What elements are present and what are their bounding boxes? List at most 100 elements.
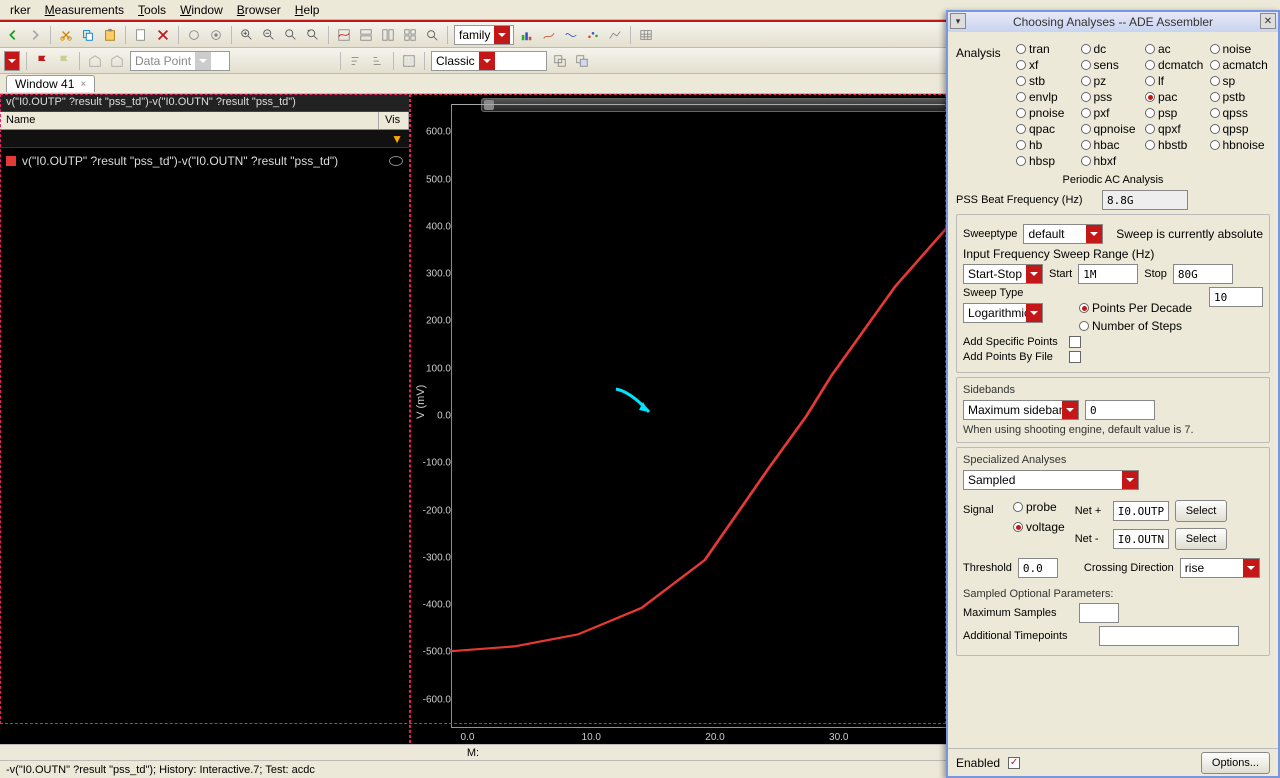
close-icon[interactable]: ✕: [1260, 13, 1276, 29]
back-icon[interactable]: [4, 26, 22, 44]
window-menu-icon[interactable]: ▾: [950, 13, 966, 29]
tile-icon[interactable]: [401, 26, 419, 44]
chart3-icon[interactable]: [562, 26, 580, 44]
col-vis[interactable]: Vis: [379, 112, 409, 129]
number-of-steps-radio[interactable]: Number of Steps: [1079, 319, 1192, 333]
add-timepoints-input[interactable]: [1099, 626, 1239, 646]
analysis-ac[interactable]: ac: [1145, 42, 1206, 56]
analysis-pxf[interactable]: pxf: [1081, 106, 1142, 120]
chart5-icon[interactable]: [606, 26, 624, 44]
threshold-input[interactable]: [1018, 558, 1058, 578]
analysis-qpac[interactable]: qpac: [1016, 122, 1077, 136]
ppd-input[interactable]: [1209, 287, 1263, 307]
analysis-hbstb[interactable]: hbstb: [1145, 138, 1206, 152]
analysis-pac[interactable]: pac: [1145, 90, 1206, 104]
sideband-mode-dropdown[interactable]: Maximum sideband: [963, 400, 1079, 420]
points-per-decade-radio[interactable]: Points Per Decade: [1079, 301, 1192, 315]
left-dropdown[interactable]: [4, 51, 20, 71]
chart2-icon[interactable]: [540, 26, 558, 44]
max-samples-input[interactable]: [1079, 603, 1119, 623]
dup1-icon[interactable]: [551, 52, 569, 70]
netn-input[interactable]: [1113, 529, 1169, 549]
dialog-titlebar[interactable]: ▾ Choosing Analyses -- ADE Assembler ✕: [948, 12, 1278, 32]
sort-asc-icon[interactable]: [347, 52, 365, 70]
analysis-lf[interactable]: lf: [1145, 74, 1206, 88]
flag-yellow-icon[interactable]: [55, 52, 73, 70]
analysis-stb[interactable]: stb: [1016, 74, 1077, 88]
menu-browser[interactable]: Browser: [231, 1, 287, 19]
zoom-fit-icon[interactable]: [282, 26, 300, 44]
close-icon[interactable]: ×: [80, 79, 86, 90]
new-icon[interactable]: [132, 26, 150, 44]
menu-rker[interactable]: rker: [4, 1, 37, 19]
sweep-type-dropdown[interactable]: Logarithmic: [963, 303, 1043, 323]
crossdir-dropdown[interactable]: rise: [1180, 558, 1260, 578]
analysis-qpss[interactable]: qpss: [1210, 106, 1271, 120]
circle1-icon[interactable]: [185, 26, 203, 44]
split-v-icon[interactable]: [379, 26, 397, 44]
analysis-psp[interactable]: psp: [1145, 106, 1206, 120]
filter-icon[interactable]: ▼: [391, 132, 403, 146]
zoom-out-icon[interactable]: [260, 26, 278, 44]
trace-row[interactable]: v("I0.OUTP" ?result "pss_td")-v("I0.OUTN…: [6, 152, 403, 170]
analysis-hbac[interactable]: hbac: [1081, 138, 1142, 152]
chart1-icon[interactable]: [518, 26, 536, 44]
analysis-acmatch[interactable]: acmatch: [1210, 58, 1271, 72]
analysis-hbxf[interactable]: hbxf: [1081, 154, 1142, 168]
options-button[interactable]: Options...: [1201, 752, 1270, 774]
stop-input[interactable]: [1173, 264, 1233, 284]
circle2-icon[interactable]: [207, 26, 225, 44]
table-icon[interactable]: [637, 26, 655, 44]
analysis-hbnoise[interactable]: hbnoise: [1210, 138, 1271, 152]
netn-select-button[interactable]: Select: [1175, 528, 1228, 550]
split-h-icon[interactable]: [357, 26, 375, 44]
grid-icon[interactable]: [400, 52, 418, 70]
analysis-tran[interactable]: tran: [1016, 42, 1077, 56]
analysis-xf[interactable]: xf: [1016, 58, 1077, 72]
style-dropdown[interactable]: Classic: [431, 51, 547, 71]
add-specific-checkbox[interactable]: [1069, 336, 1081, 348]
zoom-xy-icon[interactable]: [304, 26, 322, 44]
probe-radio[interactable]: probe: [1013, 500, 1065, 514]
visibility-icon[interactable]: [389, 156, 403, 166]
zoom-in-icon[interactable]: [238, 26, 256, 44]
netp-select-button[interactable]: Select: [1175, 500, 1228, 522]
sideband-value-input[interactable]: [1085, 400, 1155, 420]
range-mode-dropdown[interactable]: Start-Stop: [963, 264, 1043, 284]
specialized-dropdown[interactable]: Sampled: [963, 470, 1139, 490]
menu-tools[interactable]: Tools: [132, 1, 172, 19]
menu-help[interactable]: Help: [289, 1, 326, 19]
zoom-find-icon[interactable]: [423, 26, 441, 44]
analysis-hb[interactable]: hb: [1016, 138, 1077, 152]
analysis-qpnoise[interactable]: qpnoise: [1081, 122, 1142, 136]
chart4-icon[interactable]: [584, 26, 602, 44]
sort-desc-icon[interactable]: [369, 52, 387, 70]
analysis-pz[interactable]: pz: [1081, 74, 1142, 88]
tag2-icon[interactable]: [108, 52, 126, 70]
family-dropdown[interactable]: family: [454, 25, 514, 45]
start-input[interactable]: [1078, 264, 1138, 284]
menu-window[interactable]: Window: [174, 1, 229, 19]
analysis-dcmatch[interactable]: dcmatch: [1145, 58, 1206, 72]
add-by-file-checkbox[interactable]: [1069, 351, 1081, 363]
menu-measurements[interactable]: Measurements: [39, 1, 130, 19]
tab-window41[interactable]: Window 41 ×: [6, 75, 95, 92]
datapoint-dropdown[interactable]: Data Point: [130, 51, 230, 71]
analysis-hbsp[interactable]: hbsp: [1016, 154, 1077, 168]
voltage-radio[interactable]: voltage: [1013, 520, 1065, 534]
tag1-icon[interactable]: [86, 52, 104, 70]
netp-input[interactable]: [1113, 501, 1169, 521]
col-name[interactable]: Name: [0, 112, 379, 129]
cut-icon[interactable]: [57, 26, 75, 44]
paste-icon[interactable]: [101, 26, 119, 44]
fwd-icon[interactable]: [26, 26, 44, 44]
trace-add-icon[interactable]: [335, 26, 353, 44]
analysis-dc[interactable]: dc: [1081, 42, 1142, 56]
analysis-sens[interactable]: sens: [1081, 58, 1142, 72]
delete-icon[interactable]: [154, 26, 172, 44]
analysis-qpsp[interactable]: qpsp: [1210, 122, 1271, 136]
sweeptype-dropdown[interactable]: default: [1023, 224, 1103, 244]
analysis-envlp[interactable]: envlp: [1016, 90, 1077, 104]
analysis-pss[interactable]: pss: [1081, 90, 1142, 104]
enabled-checkbox[interactable]: [1008, 757, 1020, 769]
